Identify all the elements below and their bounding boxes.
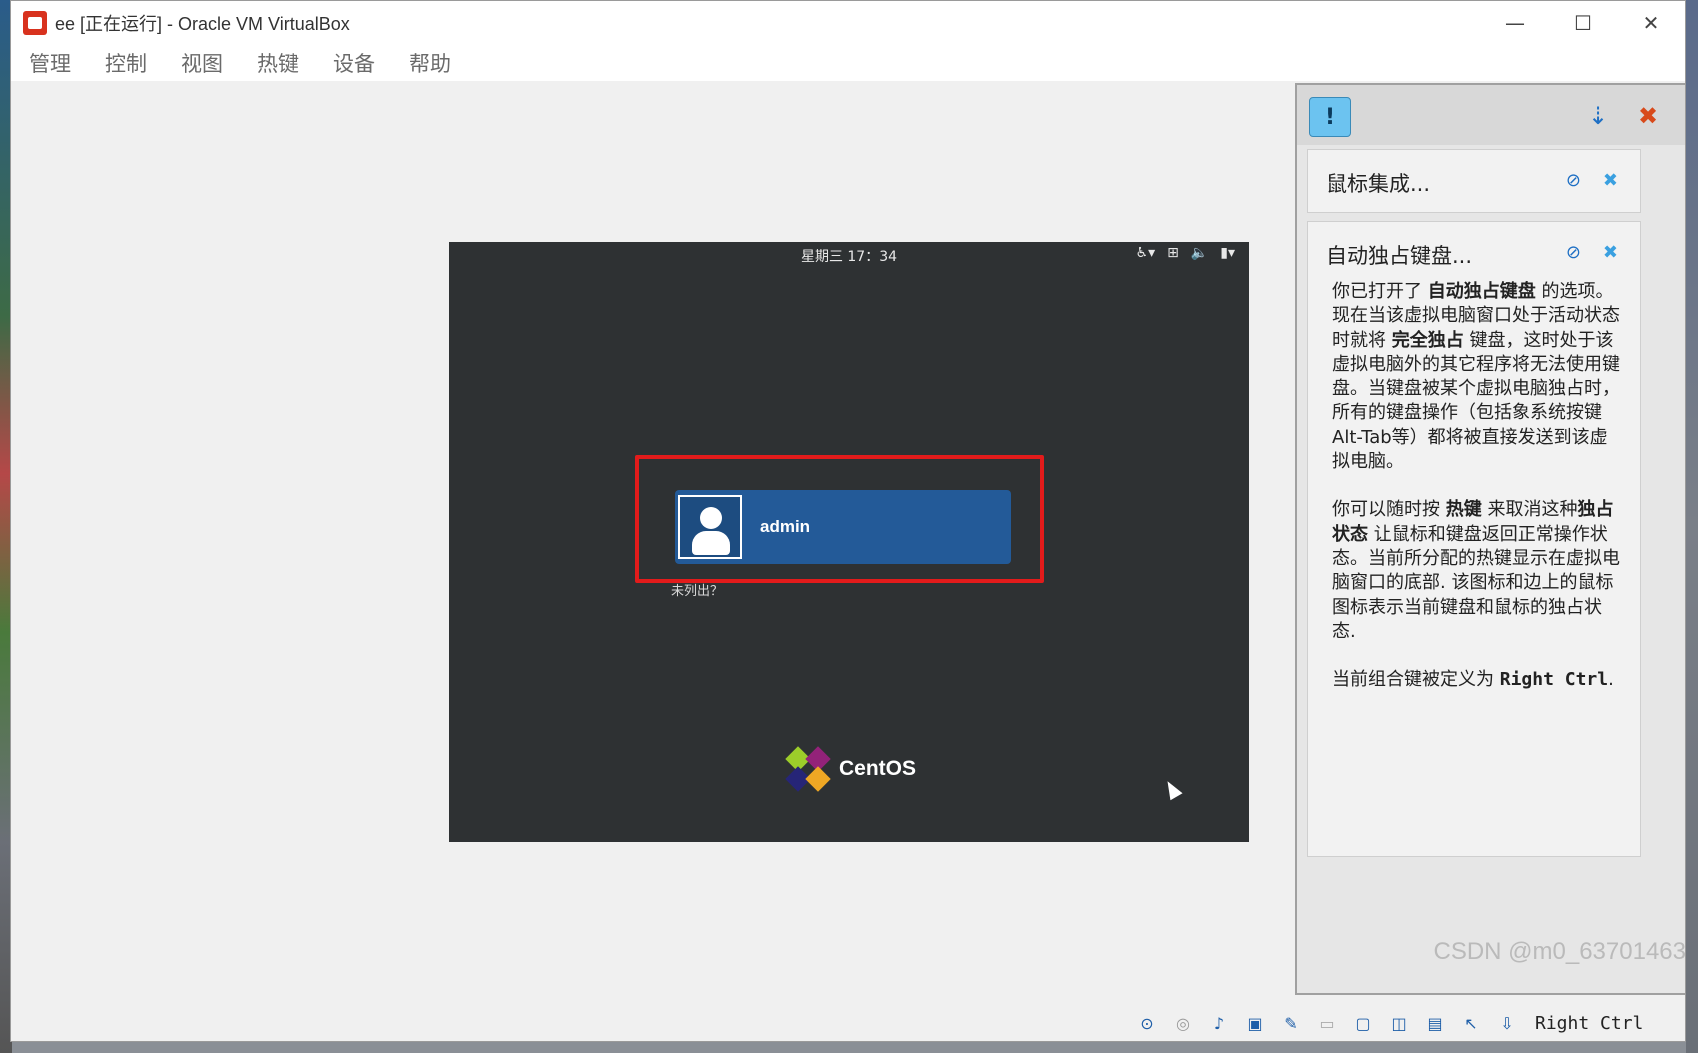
close-notice-icon[interactable]: ✖ [1603, 170, 1618, 191]
menu-hotkey[interactable]: 热键 [257, 48, 299, 78]
keyboard-notice-actions: ⊘ ✖ [1566, 242, 1618, 263]
mouse-notice-actions: ⊘ ✖ [1566, 170, 1618, 191]
usb-icon[interactable]: ✎ [1277, 1009, 1305, 1037]
status-bar: ⊙ ◎ ♪ ▣ ✎ ▭ ▢ ◫ ▤ ↖ ⇩ Right Ctrl [1133, 1005, 1643, 1041]
menu-bar: 管理 控制 视图 热键 设备 帮助 [11, 45, 1685, 81]
optical-drive-icon[interactable]: ◎ [1169, 1009, 1197, 1037]
cpu-icon[interactable]: ▤ [1421, 1009, 1449, 1037]
window-controls: — ☐ ✕ [1481, 1, 1685, 45]
red-highlight-box [635, 455, 1044, 583]
vm-screen[interactable]: 星期三 17：34 ♿▾ ⊞ 🔈 ▮▾ admin 未列出？ CentOS [449, 242, 1249, 842]
clock[interactable]: 星期三 17：34 [449, 246, 1249, 266]
keyboard-capture-notice: 自动独占键盘... ⊘ ✖ 你已打开了 自动独占键盘 的选项。现在当该虚拟电脑窗… [1307, 221, 1641, 857]
accessibility-icon[interactable]: ♿▾ [1136, 245, 1156, 261]
audio-icon[interactable]: ♪ [1205, 1009, 1233, 1037]
notice-paragraph-1: 你已打开了 自动独占键盘 的选项。现在当该虚拟电脑窗口处于活动状态时就将 完全独… [1332, 281, 1620, 473]
system-tray[interactable]: ♿▾ ⊞ 🔈 ▮▾ [1136, 245, 1235, 261]
desktop-background-right [1686, 0, 1698, 1053]
not-listed-link[interactable]: 未列出？ [671, 580, 723, 599]
dont-show-again-icon[interactable]: ⊘ [1566, 242, 1581, 263]
mouse-integration-icon[interactable]: ↖ [1457, 1009, 1485, 1037]
network-adapter-icon[interactable]: ▣ [1241, 1009, 1269, 1037]
notice-paragraph-2: 你可以随时按 热键 来取消这种独占状态 让鼠标和键盘返回正常操作状态。当前所分配… [1332, 499, 1620, 642]
close-notice-icon[interactable]: ✖ [1603, 242, 1618, 263]
shared-folders-icon[interactable]: ▭ [1313, 1009, 1341, 1037]
host-key-label: Right Ctrl [1535, 1012, 1644, 1034]
volume-icon[interactable]: 🔈 [1191, 245, 1208, 261]
recording-icon[interactable]: ◫ [1385, 1009, 1413, 1037]
menu-view[interactable]: 视图 [181, 48, 223, 78]
centos-logo-icon [785, 746, 831, 792]
menu-manage[interactable]: 管理 [29, 48, 71, 78]
vm-display-area: 星期三 17：34 ♿▾ ⊞ 🔈 ▮▾ admin 未列出？ CentOS ! … [11, 81, 1685, 1041]
close-button[interactable]: ✕ [1617, 1, 1685, 45]
centos-logo-text: CentOS [839, 757, 917, 780]
notice-paragraph-3: 当前组合键被定义为 Right Ctrl. [1332, 669, 1614, 691]
notification-center: ! ⇣ ✖ 鼠标集成... ⊘ ✖ 自动独占键盘... ⊘ ✖ 你已打开了 自动… [1295, 83, 1685, 995]
virtualbox-window: ee [正在运行] - Oracle VM VirtualBox — ☐ ✕ 管… [10, 0, 1686, 1042]
watermark: CSDN @m0_63701463 [1433, 938, 1686, 965]
window-title: ee [正在运行] - Oracle VM VirtualBox [55, 14, 350, 34]
notification-icon[interactable]: ! [1309, 97, 1351, 137]
centos-logo: CentOS [785, 746, 917, 792]
dont-show-again-icon[interactable]: ⊘ [1566, 170, 1581, 191]
mouse-notice-title: 鼠标集成... [1326, 172, 1431, 196]
battery-icon[interactable]: ▮▾ [1220, 245, 1235, 261]
mouse-pointer-icon [1161, 777, 1183, 801]
mouse-integration-notice: 鼠标集成... ⊘ ✖ [1307, 149, 1641, 213]
display-icon[interactable]: ▢ [1349, 1009, 1377, 1037]
sort-icon[interactable]: ⇣ [1581, 99, 1615, 133]
virtualbox-icon [23, 11, 47, 35]
maximize-button[interactable]: ☐ [1549, 1, 1617, 45]
menu-help[interactable]: 帮助 [409, 48, 451, 78]
network-icon[interactable]: ⊞ [1167, 245, 1179, 261]
menu-devices[interactable]: 设备 [333, 48, 375, 78]
keyboard-notice-body: 你已打开了 自动独占键盘 的选项。现在当该虚拟电脑窗口处于活动状态时就将 完全独… [1332, 280, 1624, 716]
minimize-button[interactable]: — [1481, 1, 1549, 45]
notification-toolbar: ! ⇣ ✖ [1297, 85, 1685, 145]
gnome-top-bar: 星期三 17：34 ♿▾ ⊞ 🔈 ▮▾ [449, 242, 1249, 268]
hard-disk-icon[interactable]: ⊙ [1133, 1009, 1161, 1037]
keyboard-notice-title: 自动独占键盘... [1326, 244, 1473, 268]
keyboard-capture-icon[interactable]: ⇩ [1493, 1009, 1521, 1037]
menu-control[interactable]: 控制 [105, 48, 147, 78]
dismiss-all-icon[interactable]: ✖ [1631, 99, 1665, 133]
title-bar[interactable]: ee [正在运行] - Oracle VM VirtualBox — ☐ ✕ [11, 1, 1685, 45]
